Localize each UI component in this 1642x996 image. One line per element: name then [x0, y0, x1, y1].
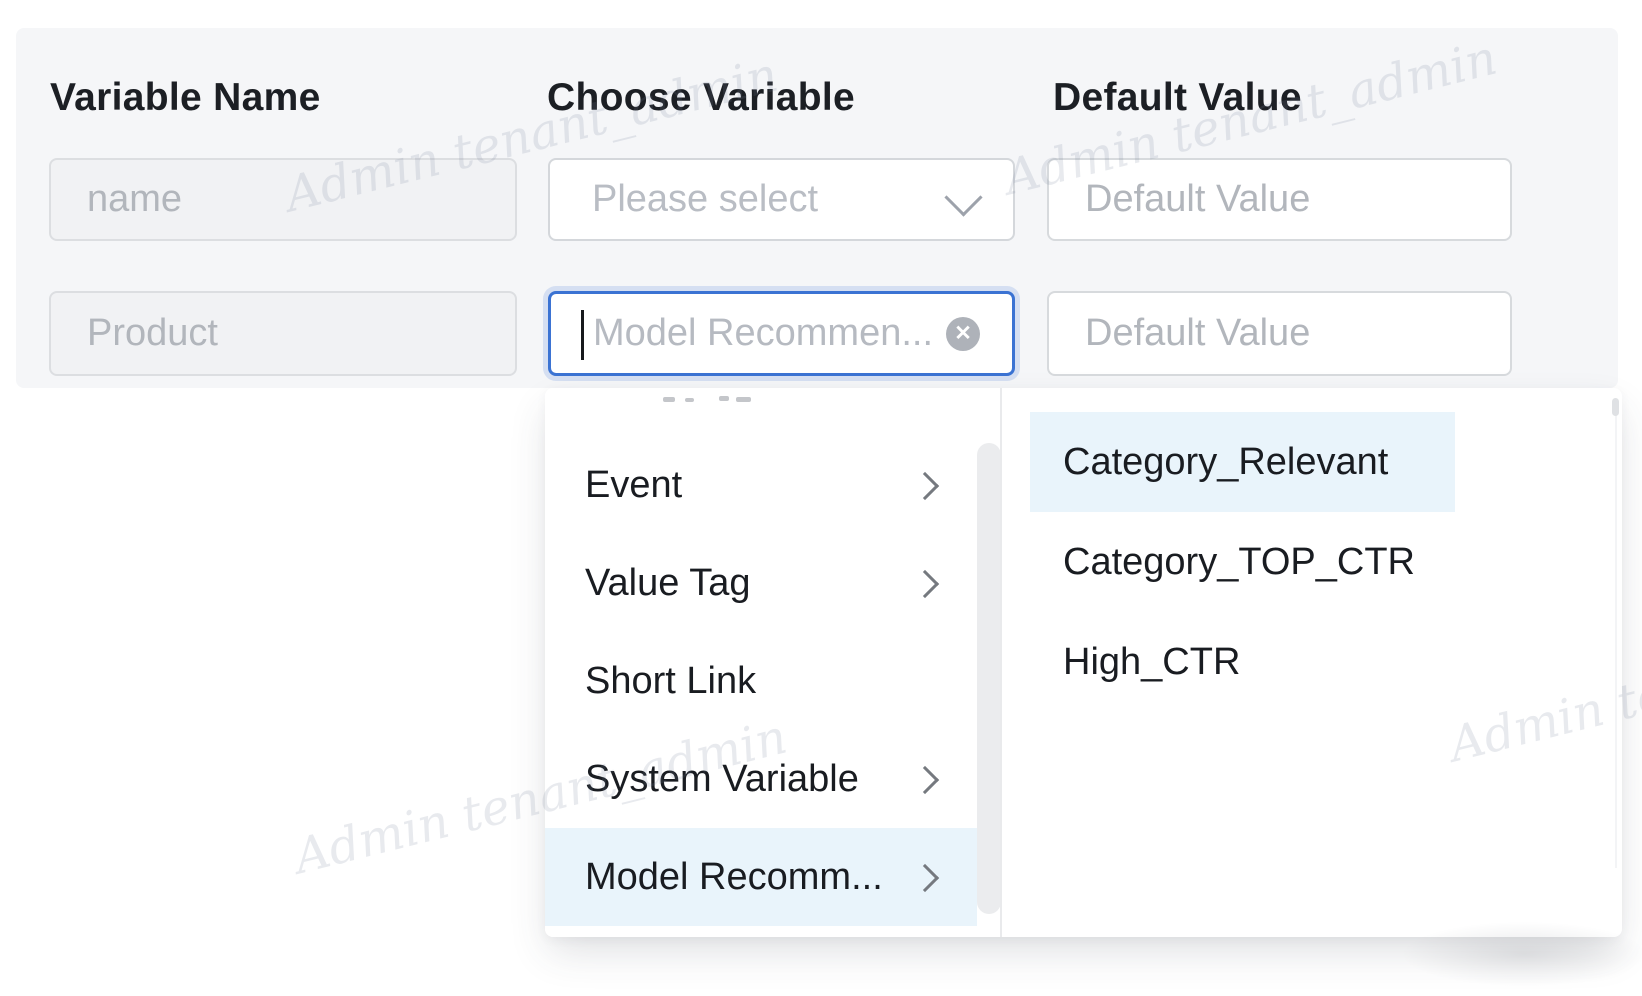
variable-name-label: Variable Name — [50, 76, 321, 120]
submenu-item-category-relevant[interactable]: Category_Relevant — [1030, 412, 1455, 512]
menu-item-system-variable[interactable]: System Variable — [545, 730, 977, 828]
chevron-right-icon — [913, 864, 939, 890]
submenu-item-category-top-ctr[interactable]: Category_TOP_CTR — [1030, 512, 1455, 612]
submenu-item-high-ctr[interactable]: High_CTR — [1030, 612, 1455, 712]
menu-item-model-recommend[interactable]: Model Recomm... — [545, 828, 977, 926]
variable-name-input-row1 — [49, 158, 517, 241]
chevron-right-icon — [913, 570, 939, 596]
scrolled-item-fragment — [719, 396, 729, 401]
scrolled-item-fragment — [663, 397, 675, 402]
right-scrollbar-track — [1615, 400, 1617, 868]
cascader-right-panel: Category_Relevant Category_TOP_CTR High_… — [1002, 388, 1622, 937]
cascader-left-panel: Event Value Tag Short Link System Variab… — [545, 388, 1002, 937]
chevron-right-icon — [913, 766, 939, 792]
clear-icon[interactable]: ✕ — [946, 317, 980, 351]
choose-variable-placeholder: Please select — [592, 178, 818, 221]
choose-variable-select-row1[interactable]: Please select — [548, 158, 1015, 241]
cascader-dropdown: Event Value Tag Short Link System Variab… — [545, 388, 1622, 937]
menu-item-value-tag[interactable]: Value Tag — [545, 534, 977, 632]
menu-item-short-link[interactable]: Short Link — [545, 632, 977, 730]
choose-variable-value: Model Recommen... — [593, 312, 933, 355]
default-value-input-row1[interactable] — [1047, 158, 1512, 241]
choose-variable-label: Choose Variable — [547, 76, 855, 120]
variable-name-input-row2 — [49, 291, 517, 376]
text-caret — [581, 310, 584, 360]
default-value-input-row2[interactable] — [1047, 291, 1512, 376]
choose-variable-select-row2[interactable]: Model Recommen... ✕ — [548, 291, 1015, 376]
left-scrollbar-thumb[interactable] — [977, 443, 1001, 914]
scrolled-item-fragment — [736, 397, 751, 402]
menu-item-event[interactable]: Event — [545, 436, 977, 534]
chevron-down-icon — [946, 184, 980, 210]
default-value-label: Default Value — [1053, 76, 1302, 120]
scrolled-item-fragment — [685, 398, 694, 402]
right-scrollbar-thumb[interactable] — [1612, 398, 1619, 416]
screen: Variable Name Choose Variable Default Va… — [0, 0, 1642, 996]
chevron-right-icon — [913, 472, 939, 498]
